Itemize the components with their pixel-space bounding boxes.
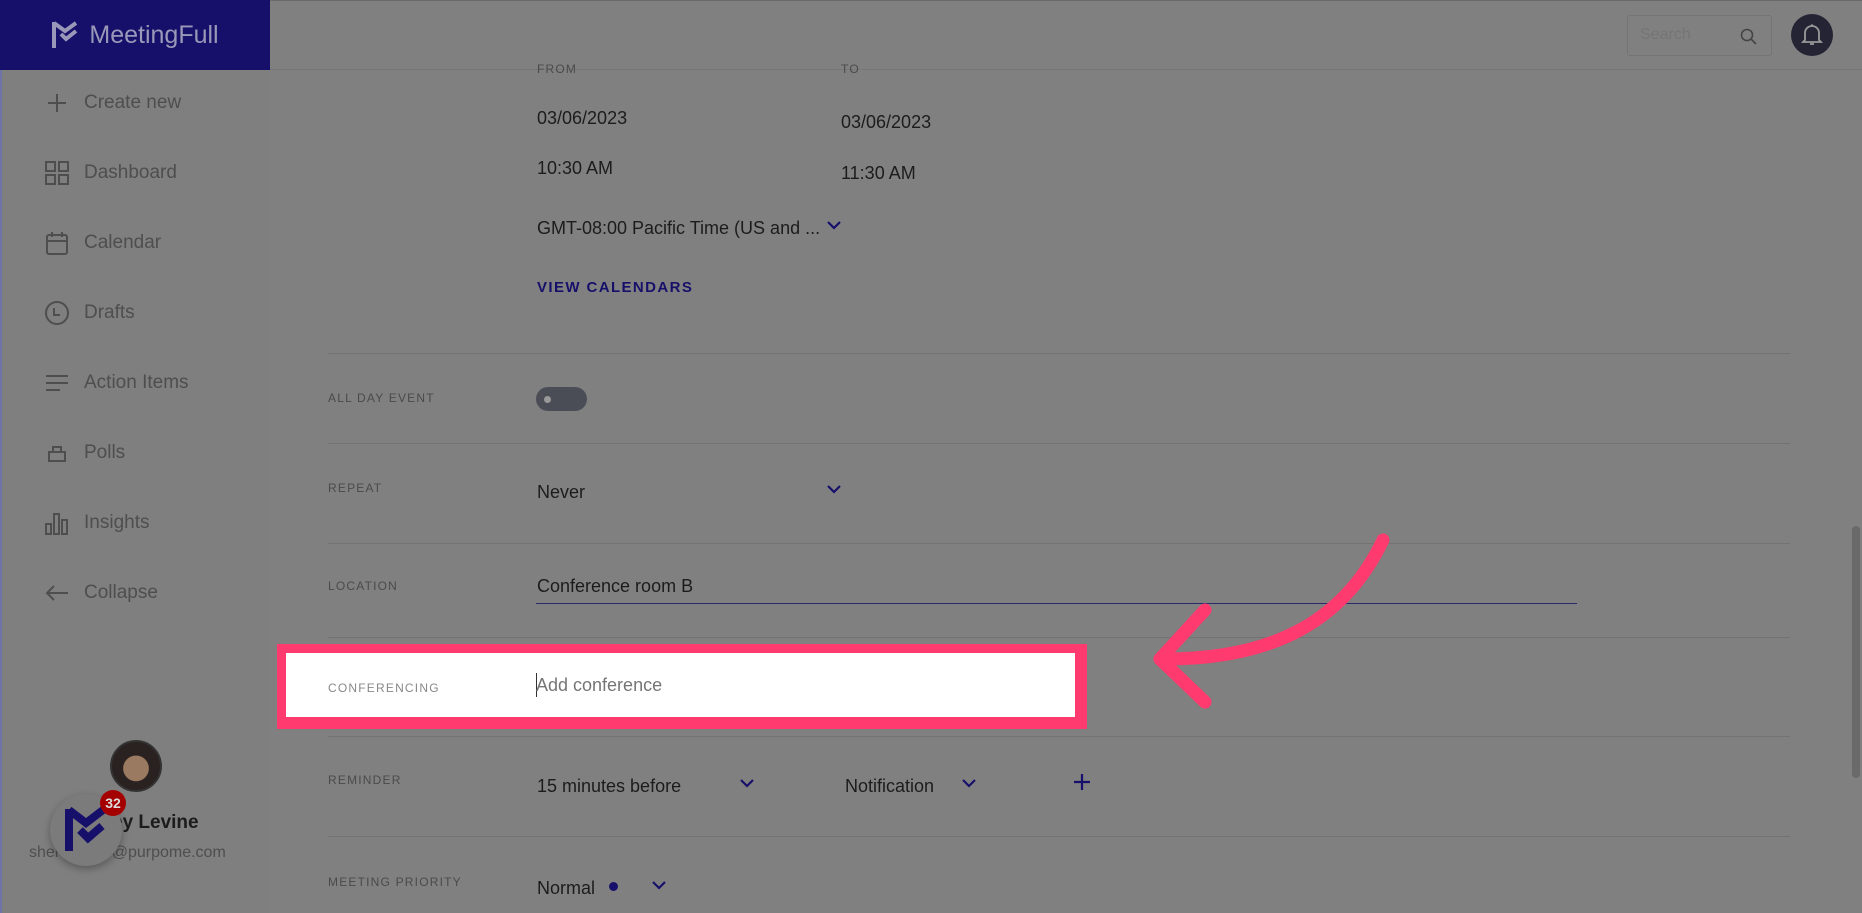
bell-icon bbox=[1801, 24, 1823, 45]
app-logo[interactable]: MeetingFull bbox=[0, 0, 270, 70]
sidebar: Create new Dashboard Calendar Drafts Act… bbox=[0, 70, 270, 913]
divider bbox=[328, 353, 1790, 354]
avatar[interactable] bbox=[110, 740, 162, 792]
scrollbar[interactable] bbox=[1850, 70, 1862, 913]
poll-icon bbox=[48, 446, 66, 462]
from-date[interactable]: 03/06/2023 bbox=[537, 108, 627, 129]
list-icon bbox=[46, 375, 68, 391]
plus-icon bbox=[48, 94, 66, 112]
divider bbox=[328, 736, 1790, 737]
view-calendars-link[interactable]: VIEW CALENDARS bbox=[537, 279, 693, 296]
sidebar-item-create-new[interactable]: Create new bbox=[44, 90, 181, 116]
clock-icon bbox=[45, 301, 69, 325]
chevron-down-icon[interactable] bbox=[651, 880, 667, 890]
sidebar-item-collapse[interactable]: Collapse bbox=[44, 580, 158, 606]
to-date[interactable]: 03/06/2023 bbox=[841, 112, 931, 133]
chevron-down-icon[interactable] bbox=[961, 778, 977, 788]
sidebar-item-dashboard[interactable]: Dashboard bbox=[44, 160, 177, 186]
chevron-down-icon[interactable] bbox=[826, 484, 842, 494]
meetingfull-logo-icon bbox=[52, 21, 78, 48]
highlight-box: CONFERENCING bbox=[277, 644, 1087, 729]
sidebar-item-calendar[interactable]: Calendar bbox=[44, 230, 161, 256]
timezone-select[interactable]: GMT-08:00 Pacific Time (US and ... bbox=[537, 218, 820, 239]
arrow-left-icon bbox=[45, 585, 68, 601]
calendar-icon bbox=[46, 232, 68, 255]
chart-icon bbox=[45, 513, 68, 535]
top-header bbox=[270, 0, 1862, 70]
from-time[interactable]: 10:30 AM bbox=[537, 158, 613, 179]
all-day-toggle[interactable] bbox=[536, 387, 587, 411]
search-input[interactable] bbox=[1640, 24, 1735, 46]
sidebar-item-action-items[interactable]: Action Items bbox=[44, 370, 189, 396]
floating-app-launcher[interactable]: 32 bbox=[50, 790, 126, 866]
scrollbar-thumb[interactable] bbox=[1852, 526, 1860, 778]
user-name: ey Levine bbox=[112, 812, 199, 833]
notifications-button[interactable] bbox=[1791, 14, 1833, 56]
app-title: MeetingFull bbox=[89, 20, 219, 49]
priority-dot bbox=[609, 882, 618, 891]
reminder-type-select[interactable]: Notification bbox=[845, 776, 934, 797]
search-box[interactable] bbox=[1627, 15, 1772, 56]
sidebar-item-polls[interactable]: Polls bbox=[44, 440, 125, 466]
divider bbox=[328, 637, 1790, 638]
location-input[interactable]: Conference room B bbox=[537, 576, 693, 597]
grid-icon bbox=[45, 161, 69, 185]
meetingfull-logo-icon bbox=[65, 806, 106, 851]
chevron-down-icon[interactable] bbox=[739, 778, 755, 788]
notification-badge: 32 bbox=[100, 790, 126, 816]
divider bbox=[328, 443, 1790, 444]
conferencing-input[interactable] bbox=[536, 673, 936, 697]
reminder-time-select[interactable]: 15 minutes before bbox=[537, 776, 681, 797]
divider bbox=[328, 836, 1790, 837]
priority-select[interactable]: Normal bbox=[537, 878, 595, 899]
search-icon[interactable] bbox=[1740, 28, 1758, 46]
add-reminder-plus-icon[interactable] bbox=[1073, 773, 1091, 791]
sidebar-item-insights[interactable]: Insights bbox=[44, 510, 149, 536]
location-underline bbox=[536, 603, 1577, 604]
to-time[interactable]: 11:30 AM bbox=[841, 163, 916, 184]
chevron-down-icon[interactable] bbox=[826, 220, 842, 230]
repeat-select[interactable]: Never bbox=[537, 482, 585, 503]
divider bbox=[328, 543, 1790, 544]
conferencing-row: CONFERENCING bbox=[286, 653, 1075, 717]
sidebar-item-drafts[interactable]: Drafts bbox=[44, 300, 135, 326]
